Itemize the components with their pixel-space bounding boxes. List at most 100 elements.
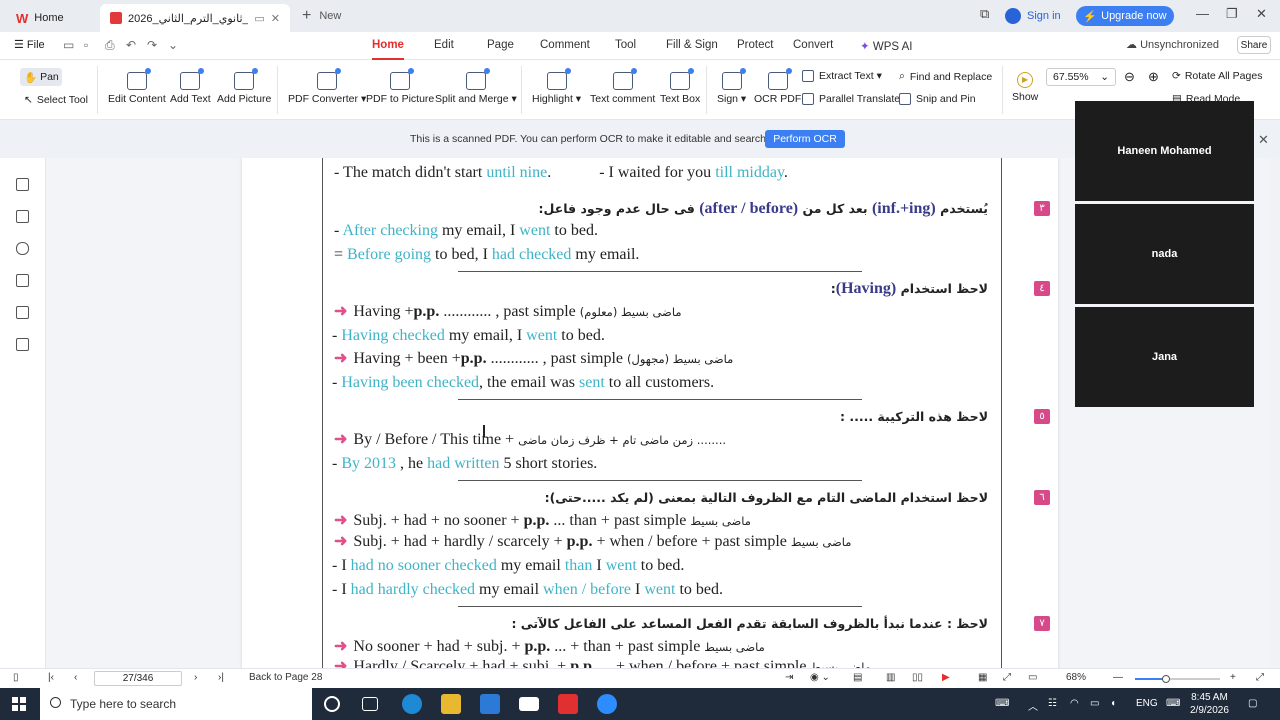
next-page-icon[interactable]: › [194,672,197,683]
menu-convert[interactable]: Convert [793,39,833,51]
unsync-status[interactable]: ☁ Unsynchronized [1126,38,1219,51]
file-explorer-icon[interactable] [441,694,461,714]
last-page-icon[interactable]: ›| [218,672,224,683]
fit-page-icon[interactable]: ⤢ [1003,672,1011,683]
new-tab-button[interactable]: + New [302,6,341,26]
text-comment-button[interactable]: Text comment [590,68,655,105]
upgrade-button[interactable]: ⚡ Upgrade now [1076,6,1174,26]
task-view-icon[interactable] [362,697,378,711]
back-to-page-link[interactable]: Back to Page 28 [249,672,322,683]
zoom-app-icon[interactable] [597,694,617,714]
prev-page-icon[interactable]: ‹ [74,672,77,683]
perform-ocr-button[interactable]: Perform OCR [765,130,845,148]
windows-start-icon[interactable] [12,697,26,711]
close-window-icon[interactable]: ✕ [1256,6,1267,22]
comment-icon[interactable] [16,242,29,255]
ocr-pdf-button[interactable]: OCR PDF [754,68,801,105]
menu-comment[interactable]: Comment [540,39,590,51]
document-tab[interactable]: انجليزي_3_ثانوي_الترم_الثاني_2026 ▭ ✕ [100,4,290,32]
text-box-button[interactable]: Text Box [660,68,700,105]
cortana-icon[interactable] [324,696,340,712]
add-text-button[interactable]: Add Text [170,68,211,105]
zoom-slider[interactable] [1135,675,1220,683]
save-icon[interactable]: ▫ [84,38,88,52]
pan-button[interactable]: ✋ Pan [20,68,62,86]
tray-chevron-icon[interactable]: ︿ [1028,698,1038,713]
notification-icon[interactable]: ▢ [1248,698,1257,709]
open-folder-icon[interactable]: ▭ [63,38,74,52]
menu-wps-ai[interactable]: ✦ WPS AI [860,39,912,53]
add-picture-button[interactable]: Add Picture [217,68,271,105]
attachment-icon[interactable] [16,274,29,287]
maximize-icon[interactable]: ❐ [1226,6,1238,22]
fit-width-icon[interactable]: ▭ [1028,672,1037,683]
continuous-icon[interactable]: ▥ [886,672,895,683]
menu-protect[interactable]: Protect [737,39,773,51]
first-page-icon[interactable]: |‹ [48,672,54,683]
taskbar-search[interactable]: Type here to search [40,688,312,720]
store-icon[interactable] [480,694,500,714]
sign-in-button[interactable]: Sign in [1005,6,1061,26]
participant-tile[interactable]: nada [1075,204,1254,304]
close-tab-icon[interactable]: ✕ [271,12,280,25]
keyboard-icon[interactable]: ⌨ [995,698,1009,709]
pdf-converter-button[interactable]: PDF Converter ▾ [288,68,366,105]
print-icon[interactable]: ⎙ [105,38,115,53]
undo-icon[interactable]: ↶ [126,38,136,52]
close-icon[interactable]: ✕ [1258,132,1269,148]
network-icon[interactable]: ☷ [1048,698,1057,709]
highlight-button[interactable]: Highlight ▾ [532,68,581,105]
restore-layout-icon[interactable]: ⧉ [980,6,989,22]
sign-button[interactable]: Sign ▾ [717,68,746,105]
monitor-icon[interactable]: ▭ [254,12,264,25]
minimize-icon[interactable]: — [1196,6,1209,21]
play-slideshow-icon[interactable]: ▶ [942,672,950,683]
edge-icon[interactable] [402,694,422,714]
file-menu[interactable]: ☰ File [14,38,45,51]
participant-tile[interactable]: Jana [1075,307,1254,407]
zoom-in-icon[interactable]: ⊕ [1148,69,1159,85]
wps-office-icon[interactable] [558,694,578,714]
mail-icon[interactable] [519,697,539,711]
grid-icon[interactable]: ▦ [978,672,987,683]
zoom-slider-knob[interactable] [1162,675,1170,683]
zoom-out-icon[interactable]: ⊖ [1124,69,1135,85]
zoom-input[interactable]: 67.55% ⌄ [1046,68,1116,86]
menu-tool[interactable]: Tool [615,39,636,51]
two-page-icon[interactable]: ▯▯ [912,672,923,683]
find-replace-button[interactable]: ⌕ Find and Replace [899,70,992,83]
redo-icon[interactable]: ↷ [147,38,157,52]
split-merge-button[interactable]: Split and Merge ▾ [435,68,517,105]
participant-tile[interactable]: Haneen Mohamed [1075,101,1254,201]
wifi-icon[interactable]: ◠ [1070,698,1079,709]
zoom-out-icon[interactable]: — [1113,672,1123,683]
sidebar-toggle-icon[interactable]: ▯ [13,672,19,683]
page-number-input[interactable]: 27/346 [94,671,182,686]
eye-icon[interactable]: ◉ ⌄ [810,672,830,683]
chevron-down-icon[interactable]: ⌄ [168,38,178,52]
rotate-all-button[interactable]: ⟳ Rotate All Pages [1172,70,1262,82]
layers-icon[interactable] [16,338,29,351]
menu-fill-sign[interactable]: Fill & Sign [666,39,718,51]
menu-home[interactable]: Home [372,39,404,60]
export-icon[interactable]: ⇥ [785,672,793,683]
select-tool-button[interactable]: ↖ Select Tool [24,94,88,106]
battery-icon[interactable]: ▭ [1090,698,1099,709]
thumbnails-icon[interactable] [16,210,29,223]
signature-panel-icon[interactable] [16,306,29,319]
single-page-icon[interactable]: ▤ [853,672,862,683]
zoom-level[interactable]: 68% [1066,672,1086,683]
zoom-in-icon[interactable]: + [1230,672,1236,683]
system-clock[interactable]: 8:45 AM 2/9/2026 [1190,691,1229,717]
menu-page[interactable]: Page [487,39,514,51]
show-button[interactable]: ▶ Show [1012,72,1038,103]
home-tab[interactable]: W Home [6,4,96,32]
fullscreen-icon[interactable]: ⤢ [1256,672,1264,683]
share-button[interactable]: Share [1237,36,1271,54]
snip-pin-button[interactable]: Snip and Pin [899,93,976,105]
language-indicator[interactable]: ENG [1136,698,1158,709]
volume-icon[interactable]: ◖ [1110,698,1116,709]
parallel-translate-button[interactable]: Parallel Translate [802,93,900,105]
edit-content-button[interactable]: Edit Content [108,68,166,105]
pdf-to-picture-button[interactable]: PDF to Picture [366,68,434,105]
